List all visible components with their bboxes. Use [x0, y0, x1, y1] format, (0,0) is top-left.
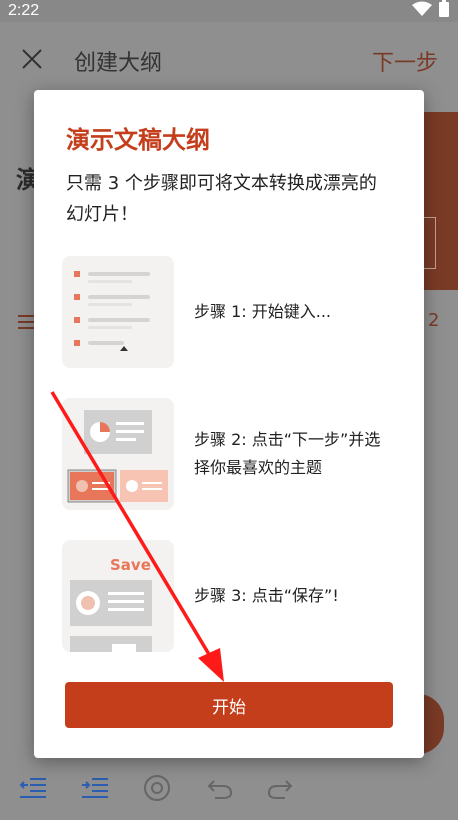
status-time: 2:22 [8, 2, 40, 19]
dialog-subtitle: 只需 3 个步骤即可将文本转换成漂亮的幻灯片！ [66, 173, 377, 225]
step2-illustration [62, 398, 174, 510]
undo-button[interactable] [188, 776, 250, 804]
app-bar: 创建大纲 下一步 [0, 22, 458, 100]
outdent-icon [18, 776, 48, 804]
indent-button[interactable] [64, 776, 126, 804]
step1-illustration [62, 256, 174, 368]
battery-icon [438, 0, 450, 22]
step-item: Save 步骤 3: 点击“保存”! [62, 540, 424, 652]
status-bar: 2:22 [0, 0, 458, 22]
redo-icon [267, 776, 295, 804]
page-title: 创建大纲 [74, 51, 163, 76]
step3-text: 步骤 3: 点击“保存”! [194, 586, 339, 605]
close-icon [21, 48, 43, 74]
list-icon [18, 310, 34, 334]
slide-preview [418, 112, 458, 290]
outline-intro-dialog: 演示文稿大纲 只需 3 个步骤即可将文本转换成漂亮的幻灯片！ 步骤 1: 开始键… [34, 90, 424, 758]
step2-text: 步骤 2: 点击“下一步”并选择你最喜欢的主题 [194, 430, 381, 477]
next-button[interactable]: 下一步 [372, 45, 438, 77]
bottom-toolbar [0, 760, 458, 820]
step1-text: 步骤 1: 开始键入... [194, 302, 332, 321]
start-button[interactable]: 开始 [65, 682, 393, 728]
outdent-button[interactable] [2, 776, 64, 804]
dialog-title: 演示文稿大纲 [66, 126, 210, 154]
wifi-icon [412, 1, 432, 21]
mention-icon [143, 774, 171, 806]
step3-save-label: Save [110, 556, 151, 574]
redo-button[interactable] [250, 776, 312, 804]
step3-illustration: Save [62, 540, 174, 652]
mention-button[interactable] [126, 774, 188, 806]
step-item: 步骤 2: 点击“下一步”并选择你最喜欢的主题 [62, 398, 424, 510]
step-item: 步骤 1: 开始键入... [62, 256, 424, 368]
indent-icon [80, 776, 110, 804]
close-button[interactable] [0, 48, 64, 74]
undo-icon [205, 776, 233, 804]
page-number: 2 [428, 310, 440, 331]
steps-list[interactable]: 步骤 1: 开始键入... 步骤 2: 点击“下一步”并选择你最喜欢的主题 Sa… [62, 256, 424, 652]
